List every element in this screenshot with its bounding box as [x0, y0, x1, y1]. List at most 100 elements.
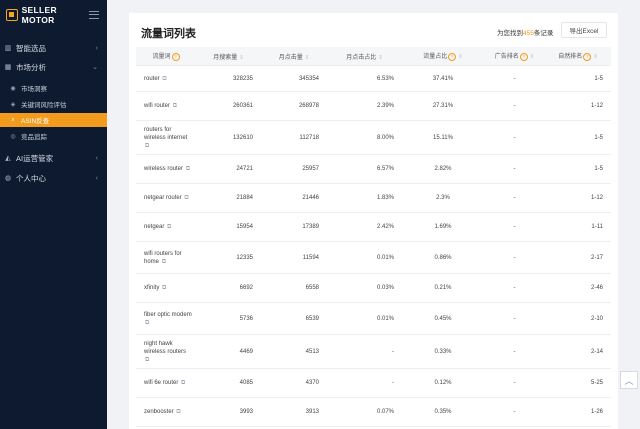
monthly-search-cell: 24721	[196, 154, 261, 184]
menu-item-personal-center[interactable]: ◍ 个人中心 ‹	[0, 170, 107, 186]
sort-icon[interactable]: ⇕	[593, 54, 598, 60]
target-icon: ◎	[10, 133, 16, 140]
traffic-share-cell: 0.45%	[402, 302, 484, 335]
ad-rank-cell: -	[484, 120, 545, 155]
table-row: router ⧉ 328235 345354 6.53% 37.41% - 1-5	[136, 65, 611, 92]
table-row: netgear ⧉ 15954 17389 2.42% 1.69% - 1-11	[136, 212, 611, 242]
keyword-cell[interactable]: wifi router ⧉	[136, 91, 196, 121]
sort-icon[interactable]: ⇕	[305, 55, 310, 61]
keyword-cell[interactable]: wireless router ⧉	[136, 154, 196, 184]
table-row: routers for wireless internet ⧉ 132610 112…	[136, 120, 611, 155]
keyword-cell[interactable]: wifi routers for home ⧉	[136, 241, 196, 274]
natural-rank-cell: 1-5	[545, 154, 611, 184]
external-link-icon[interactable]: ⧉	[145, 320, 149, 326]
natural-rank-cell: 1-5	[545, 120, 611, 155]
help-icon[interactable]: ?	[583, 52, 592, 61]
natural-rank-cell-value: 1-11	[591, 224, 603, 230]
menu-item-label: 市场分析	[16, 62, 46, 72]
monthly-search-cell: 6692	[196, 273, 261, 303]
monthly-clicks-cell-value: 25957	[302, 166, 319, 172]
external-link-icon[interactable]: ⧉	[176, 409, 180, 415]
brand-logo-icon	[6, 9, 18, 21]
help-icon[interactable]: ?	[448, 52, 457, 61]
column-header-traffic-share[interactable]: 流量占比? ⇕	[402, 47, 484, 66]
export-excel-button[interactable]: 导出Excel	[561, 22, 607, 38]
table-row: xfinity ⧉ 6692 6558 0.03% 0.21% - 2-46	[136, 273, 611, 303]
keyword-cell[interactable]: routers for wireless internet ⧉	[136, 120, 196, 155]
chart-icon: ▥	[4, 45, 12, 52]
natural-rank-cell-value: 2-17	[590, 254, 603, 261]
keyword-cell[interactable]: router ⧉	[136, 65, 196, 92]
column-header-ad-rank[interactable]: 广告排名? ⇕	[484, 47, 545, 66]
keyword-cell[interactable]: xfinity ⧉	[136, 273, 196, 303]
external-link-icon[interactable]: ⧉	[162, 285, 166, 291]
natural-rank-cell-value: 1-12	[590, 195, 603, 201]
help-icon[interactable]: ?	[519, 52, 528, 61]
brand[interactable]: SELLER MOTOR	[0, 0, 107, 30]
external-link-icon[interactable]: ⧉	[167, 224, 171, 230]
keyword-cell[interactable]: zenbooster ⧉	[136, 397, 196, 427]
column-header-monthly-search[interactable]: 月搜索量 ⇕	[196, 47, 261, 66]
keyword-cell[interactable]: night hawk wireless routers ⧉	[136, 334, 196, 369]
grid-icon: ▦	[4, 64, 12, 71]
sort-icon[interactable]: ⇕	[530, 54, 535, 60]
external-link-icon[interactable]: ⧉	[173, 103, 177, 109]
column-header-monthly-clicks[interactable]: 月点击量 ⇕	[261, 47, 327, 66]
submenu-item-market-insight[interactable]: ◉ 市场洞察	[0, 81, 107, 95]
monthly-search-cell: 4469	[196, 334, 261, 369]
sort-icon[interactable]: ⇕	[378, 55, 383, 61]
column-header-click-share[interactable]: 月点击占比 ⇕	[327, 47, 402, 66]
traffic-share-cell: 0.35%	[402, 397, 484, 427]
external-link-icon[interactable]: ⧉	[145, 143, 149, 149]
monthly-clicks-cell-value: 11594	[302, 254, 319, 261]
external-link-icon[interactable]: ⧉	[184, 195, 188, 201]
click-share-cell: 6.53%	[327, 65, 402, 92]
keyword-cell[interactable]: netgear ⧉	[136, 212, 196, 242]
external-link-icon[interactable]: ⧉	[162, 76, 166, 82]
sort-icon[interactable]: ⇕	[458, 54, 463, 60]
natural-rank-cell: 2-17	[545, 241, 611, 274]
traffic-share-cell: 15.11%	[402, 120, 484, 155]
monthly-clicks-cell: 3913	[261, 397, 327, 427]
keyword-cell[interactable]: netgear router ⧉	[136, 183, 196, 213]
table-header-row: 流量词? 月搜索量 ⇕ 月点击量 ⇕ 月点击占比 ⇕ 流量占比? ⇕ 广告排名? ⇕ 自然…	[136, 47, 611, 66]
back-to-top-button[interactable]: ︿	[620, 371, 638, 389]
keyword-cell[interactable]: wifi 6e router ⧉	[136, 368, 196, 398]
submenu-item-competitor-tracking[interactable]: ◎ 竞品追踪	[0, 129, 107, 143]
ad-rank-cell: -	[484, 397, 545, 427]
external-link-icon[interactable]: ⧉	[162, 259, 166, 265]
external-link-icon[interactable]: ⧉	[145, 357, 149, 363]
submenu-item-keyword-risk[interactable]: ◈ 关键词风险评估	[0, 97, 107, 111]
menu-item-smart-selection[interactable]: ▥ 智能选品 ‹	[0, 40, 107, 56]
record-count: 为您找到455条记录	[497, 27, 553, 37]
external-link-icon[interactable]: ⧉	[186, 166, 190, 172]
natural-rank-cell-value: 2-14	[590, 348, 603, 355]
ad-rank-cell-value: -	[513, 75, 516, 82]
monthly-clicks-cell-value: 17389	[302, 224, 319, 230]
menu-item-market-analysis[interactable]: ▦ 市场分析 ⌄	[0, 59, 107, 75]
keyword-cell-value: xfinity	[144, 285, 160, 291]
monthly-clicks-cell: 6539	[261, 302, 327, 335]
natural-rank-cell-value: 2-46	[590, 285, 603, 291]
keyword-cell[interactable]: fiber optic modem ⧉	[136, 302, 196, 335]
natural-rank-cell-value: 1-5	[594, 166, 603, 172]
column-header-natural-rank[interactable]: 自然排名? ⇕	[545, 47, 611, 66]
traffic-share-cell-value: 2.3%	[436, 195, 450, 201]
click-share-cell-value: 6.53%	[376, 75, 394, 82]
keyword-cell-value: netgear router	[144, 195, 182, 201]
sort-icon[interactable]: ⇕	[239, 55, 244, 61]
column-header-keyword[interactable]: 流量词?	[136, 47, 196, 66]
menu-item-label: 智能选品	[16, 43, 46, 53]
traffic-share-cell: 2.3%	[402, 183, 484, 213]
submenu-item-asin-reverse[interactable]: ⌕ ASIN反查	[0, 113, 107, 127]
help-icon[interactable]: ?	[171, 52, 180, 61]
external-link-icon[interactable]: ⧉	[181, 380, 185, 386]
chevron-left-icon: ‹	[95, 174, 98, 182]
menu-item-ai-manager[interactable]: ◭ AI运营管家 ‹	[0, 150, 107, 166]
hamburger-menu-icon[interactable]	[89, 11, 99, 19]
click-share-cell-value: 0.03%	[376, 285, 394, 291]
table-row: wifi router ⧉ 260361 268978 2.39% 27.31% - 1-1…	[136, 91, 611, 121]
monthly-clicks-cell-value: 4513	[305, 348, 319, 355]
ad-rank-cell-value: -	[513, 348, 516, 355]
monthly-clicks-cell: 6558	[261, 273, 327, 303]
